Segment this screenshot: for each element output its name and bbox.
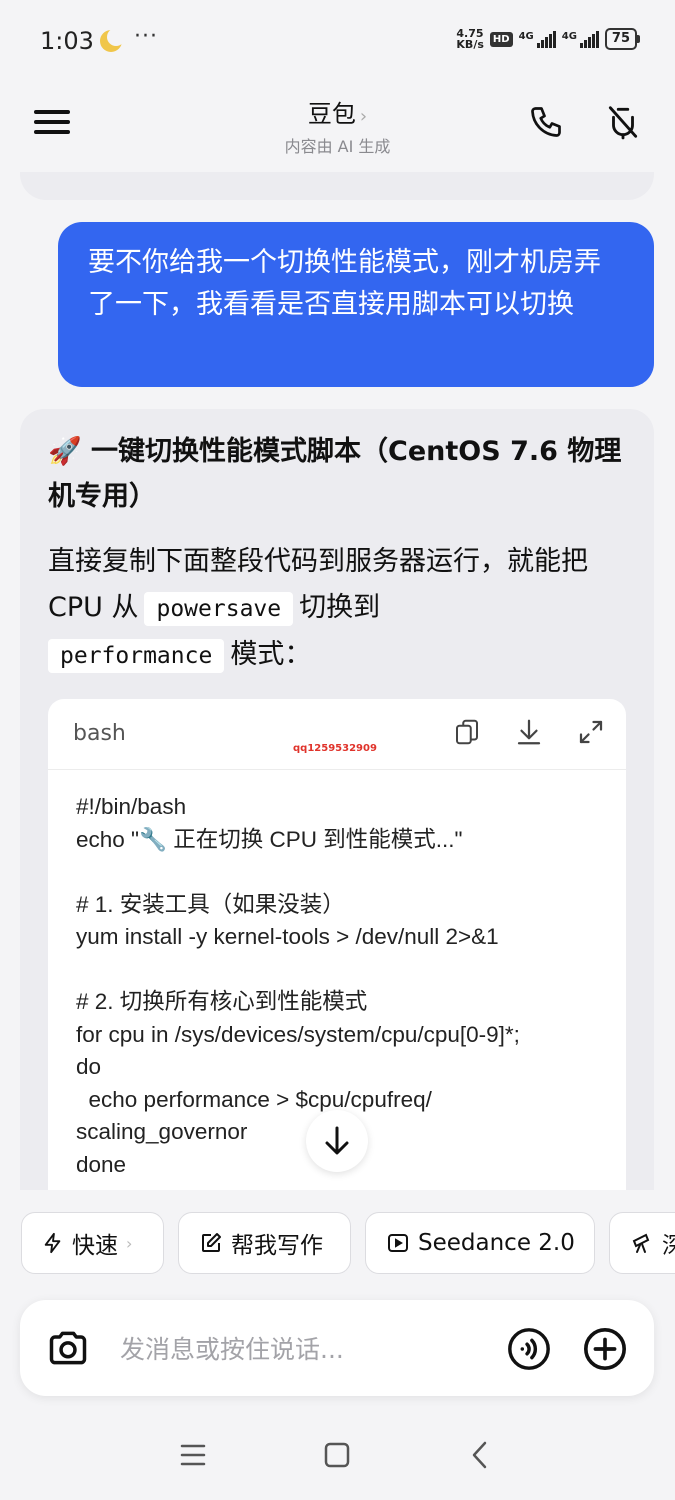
code-line: # 2. 切换所有核心到性能模式 [76, 989, 368, 1014]
telescope-icon [632, 1233, 650, 1253]
page-title[interactable]: 豆包 › [0, 94, 675, 129]
composer-area: 快速 › 帮我写作 Seedance 2.0 深 [0, 1190, 675, 1500]
quick-actions: 快速 › 帮我写作 Seedance 2.0 深 [0, 1212, 675, 1278]
watermark-text: qq1259532909 [293, 743, 377, 754]
chat-thread[interactable]: 要不你给我一个切换性能模式，刚才机房弄了一下，我看看是否直接用脚本可以切换 🚀 … [0, 172, 675, 1190]
moon-icon [100, 28, 125, 52]
app-header: 豆包 › 内容由 AI 生成 [0, 82, 675, 172]
arrow-down-icon [325, 1126, 349, 1155]
signal-icon: 4G [561, 30, 599, 48]
ai-disclaimer: 内容由 AI 生成 [284, 137, 391, 156]
home-icon[interactable] [312, 1430, 362, 1480]
chip-label: 快速 [72, 1233, 118, 1259]
bot-name: 豆包 [307, 100, 356, 128]
download-icon[interactable] [514, 717, 546, 749]
hd-badge: HD [489, 31, 513, 47]
code-line: do [76, 1054, 102, 1079]
chip-label: 帮我写作 [231, 1233, 323, 1259]
back-icon[interactable] [456, 1430, 506, 1480]
chevron-right-icon: › [126, 1233, 133, 1253]
scroll-to-bottom-button[interactable] [306, 1110, 368, 1172]
chevron-right-icon: › [359, 106, 368, 127]
ai-message-heading: 🚀 一键切换性能模式脚本（CentOS 7.6 物理机专用） [48, 429, 628, 519]
inline-code: powersave [144, 592, 294, 626]
inline-code: performance [48, 639, 225, 673]
user-message-bubble[interactable]: 要不你给我一个切换性能模式，刚才机房弄了一下，我看看是否直接用脚本可以切换 [58, 222, 654, 387]
network-speed: 4.75 KB/s [456, 28, 483, 50]
recent-apps-icon[interactable] [168, 1430, 218, 1480]
lightning-icon [44, 1232, 61, 1254]
status-indicators: 4.75 KB/s HD 4G 4G 75 [456, 28, 641, 50]
play-icon [388, 1234, 408, 1252]
heading-text: 一键切换性能模式脚本（CentOS 7.6 物理机专用） [48, 436, 622, 512]
camera-icon[interactable] [46, 1326, 90, 1370]
expand-icon[interactable] [576, 717, 608, 749]
chip-help-write[interactable]: 帮我写作 [178, 1212, 351, 1274]
intro-text: 切换到 [299, 592, 381, 623]
add-icon[interactable] [582, 1326, 628, 1372]
voice-call-icon[interactable] [506, 1326, 552, 1372]
chip-fast-mode[interactable]: 快速 › [21, 1212, 164, 1274]
code-block-header: bash qq1259532909 [48, 699, 626, 770]
rocket-icon: 🚀 [48, 436, 82, 467]
title-group[interactable]: 豆包 › 内容由 AI 生成 [0, 94, 675, 157]
intro-text: 模式： [230, 639, 312, 670]
chip-seedance[interactable]: Seedance 2.0 [365, 1212, 595, 1274]
system-navigation-bar [0, 1420, 675, 1490]
ai-message-bubble: 🚀 一键切换性能模式脚本（CentOS 7.6 物理机专用） 直接复制下面整段代… [20, 409, 654, 1190]
previous-message [20, 172, 654, 200]
edit-icon [202, 1233, 221, 1252]
speaker-muted-icon[interactable] [604, 102, 642, 142]
chip-deep-research[interactable]: 深 [609, 1212, 675, 1274]
status-bar: 1:03 ··· 4.75 KB/s HD 4G 4G 75 [0, 0, 675, 82]
message-composer [20, 1300, 654, 1396]
code-line: #!/bin/bash [76, 794, 187, 819]
copy-icon[interactable] [452, 717, 484, 749]
code-line: # 1. 安装工具（如果没装） [76, 891, 345, 917]
message-input[interactable] [118, 1318, 502, 1380]
signal-label: 4G [561, 30, 577, 42]
chip-label: Seedance 2.0 [418, 1230, 575, 1256]
battery-indicator: 75 [604, 28, 641, 50]
more-notifications-icon: ··· [134, 24, 158, 49]
code-line: yum install -y kernel-tools > /dev/null … [76, 924, 499, 949]
status-time: 1:03 [40, 27, 94, 55]
code-line: echo "🔧 正在切换 CPU 到性能模式..." [76, 826, 463, 852]
phone-icon[interactable] [528, 104, 564, 140]
code-line: for cpu in /sys/devices/system/cpu/cpu[0… [76, 1021, 520, 1047]
ai-message-intro: 直接复制下面整段代码到服务器运行，就能把 CPU 从 powersave 切换到 p… [48, 539, 638, 679]
signal-label: 4G [518, 30, 534, 42]
chip-label: 深 [662, 1233, 675, 1259]
signal-icon: 4G [518, 30, 556, 48]
code-language-label: bash [73, 721, 126, 746]
network-speed-unit: KB/s [456, 38, 484, 51]
